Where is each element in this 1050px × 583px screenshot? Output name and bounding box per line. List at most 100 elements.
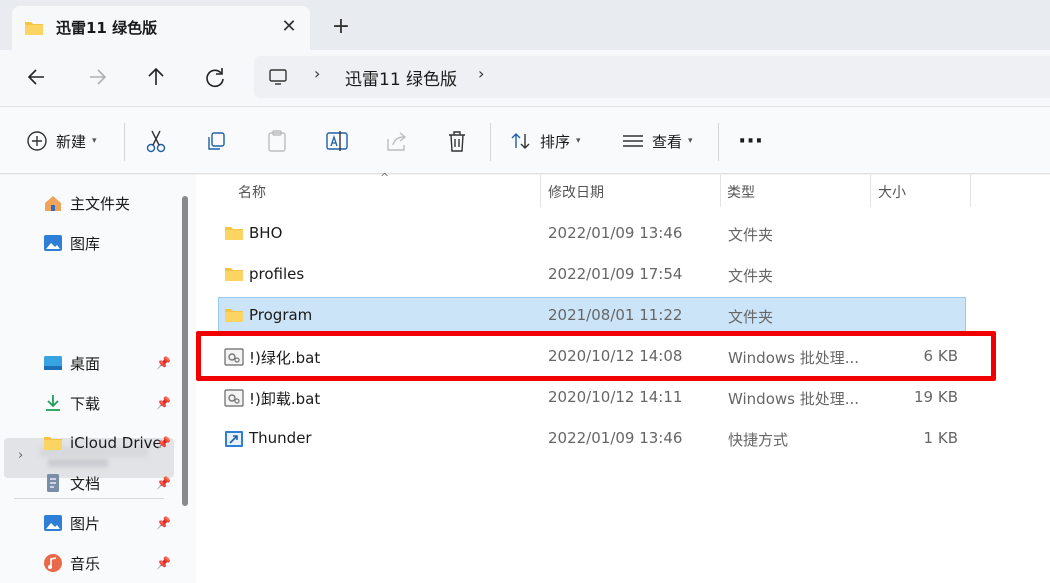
file-type: 文件夹 [728, 267, 774, 285]
sidebar-item-label: 文档 [70, 474, 101, 493]
table-row-selected[interactable]: Program 2021/08/01 11:22 文件夹 [218, 297, 966, 335]
document-icon [42, 473, 64, 493]
file-date: 2022/01/09 13:46 [548, 429, 683, 447]
column-header-size[interactable]: 大小 [878, 182, 906, 202]
toolbar-divider [490, 123, 491, 161]
toolbar-divider [124, 123, 125, 161]
file-date: 2022/01/09 13:46 [548, 224, 683, 242]
column-header-date[interactable]: 修改日期 [548, 182, 604, 202]
navigation-bar: › 迅雷11 绿色版 › [0, 50, 1050, 106]
sidebar-item-desktop[interactable]: 桌面 [42, 349, 100, 377]
sidebar-item-label: 下载 [70, 394, 101, 413]
delete-icon[interactable] [445, 125, 469, 157]
file-type: 文件夹 [728, 226, 774, 244]
sidebar-item-icloud[interactable]: iCloud Drive [42, 429, 162, 457]
rename-icon[interactable] [325, 125, 349, 157]
sidebar-item-gallery[interactable]: 图库 [42, 229, 100, 257]
cut-icon[interactable] [144, 125, 168, 157]
sidebar-item-label: 主文件夹 [70, 194, 131, 213]
file-size: 19 KB [914, 388, 958, 406]
file-name: Thunder [249, 429, 312, 447]
file-date: 2022/01/09 17:54 [548, 265, 683, 283]
file-date: 2021/08/01 11:22 [548, 306, 683, 324]
forward-arrow-icon[interactable] [80, 62, 114, 92]
sort-button[interactable]: 排序 ▾ [510, 125, 581, 157]
pin-icon[interactable]: 📌 [156, 516, 171, 530]
up-arrow-icon[interactable] [139, 62, 173, 92]
view-button[interactable]: 查看 ▾ [622, 125, 693, 157]
address-bar[interactable]: › 迅雷11 绿色版 › [254, 56, 1050, 98]
sidebar-item-documents[interactable]: 文档 [42, 469, 100, 497]
batch-file-icon [224, 389, 244, 407]
new-tab-button[interactable]: + [328, 14, 354, 40]
sort-icon [511, 133, 530, 149]
sort-ascending-icon: ^ [380, 171, 390, 184]
sidebar-item-pictures[interactable]: 图片 [42, 509, 100, 537]
gallery-icon [42, 233, 64, 253]
chevron-down-icon: ▾ [688, 136, 693, 146]
folder-icon [225, 268, 243, 281]
sidebar-scrollbar[interactable] [182, 196, 188, 506]
file-date: 2020/10/12 14:11 [548, 388, 683, 406]
pin-icon[interactable]: 📌 [156, 476, 171, 490]
tab-bar: 迅雷11 绿色版 ✕ + [0, 0, 1050, 50]
computer-icon [269, 69, 287, 85]
refresh-icon[interactable] [198, 62, 232, 92]
add-icon [27, 131, 47, 151]
file-name: BHO [249, 224, 283, 242]
breadcrumb-current[interactable]: 迅雷11 绿色版 [345, 65, 457, 90]
shortcut-icon [225, 431, 243, 447]
column-divider[interactable] [720, 175, 721, 207]
sidebar-item-downloads[interactable]: 下载 [42, 389, 100, 417]
paste-icon[interactable] [265, 125, 289, 157]
chevron-right-icon[interactable]: › [314, 64, 320, 83]
file-size: 1 KB [923, 429, 958, 447]
column-header-type[interactable]: 类型 [727, 182, 755, 202]
column-divider[interactable] [970, 175, 971, 207]
folder-icon [225, 227, 243, 240]
share-icon[interactable] [385, 125, 409, 157]
copy-icon[interactable] [204, 125, 228, 157]
pin-icon[interactable]: 📌 [156, 356, 171, 370]
tab-close-button[interactable]: ✕ [276, 14, 302, 40]
blurred-label [48, 459, 108, 467]
sidebar-item-music[interactable]: 音乐 [42, 549, 100, 577]
folder-icon [25, 22, 43, 35]
table-row[interactable]: profiles 2022/01/09 17:54 文件夹 [218, 256, 966, 294]
table-row[interactable]: Thunder 2022/01/09 13:46 快捷方式 1 KB [218, 420, 966, 458]
navigation-pane: 主文件夹 图库 › 桌面 📌 下载 📌 iCloud Drive 📌 文档 📌 … [0, 175, 196, 583]
chevron-down-icon: ▾ [92, 136, 97, 146]
toolbar-divider [718, 123, 719, 161]
pin-icon[interactable]: 📌 [156, 436, 171, 450]
desktop-icon [42, 353, 64, 373]
chevron-right-icon[interactable]: › [478, 64, 484, 83]
folder-icon [225, 309, 243, 322]
more-options-button[interactable]: ··· [738, 125, 763, 157]
file-name: Program [249, 306, 313, 324]
sidebar-item-label: 桌面 [70, 354, 101, 373]
tab-title: 迅雷11 绿色版 [56, 19, 158, 37]
column-header-name[interactable]: 名称 [238, 182, 266, 202]
annotation-highlight-box [196, 331, 996, 381]
sort-button-label: 排序 [540, 132, 571, 151]
view-icon [623, 135, 643, 147]
table-row[interactable]: BHO 2022/01/09 13:46 文件夹 [218, 215, 966, 253]
tab-active[interactable]: 迅雷11 绿色版 ✕ [12, 6, 310, 50]
picture-icon [42, 513, 64, 533]
column-divider[interactable] [870, 175, 871, 207]
pin-icon[interactable]: 📌 [156, 556, 171, 570]
sidebar-item-home[interactable]: 主文件夹 [42, 189, 130, 217]
folder-icon [42, 433, 64, 453]
pin-icon[interactable]: 📌 [156, 396, 171, 410]
sidebar-item-label: iCloud Drive [70, 434, 162, 452]
back-arrow-icon[interactable] [20, 62, 54, 92]
column-divider[interactable] [540, 175, 541, 207]
table-row[interactable]: !)卸载.bat 2020/10/12 14:11 Windows 批处理...… [218, 379, 966, 417]
file-name: !)卸载.bat [249, 390, 321, 408]
command-toolbar: 新建 ▾ 排序 ▾ 查看 ▾ ··· [0, 106, 1050, 174]
file-name: profiles [249, 265, 305, 283]
view-button-label: 查看 [652, 132, 683, 151]
chevron-right-icon[interactable]: › [18, 448, 23, 463]
sidebar-item-label: 图库 [70, 234, 101, 253]
new-button[interactable]: 新建 ▾ [26, 125, 97, 157]
